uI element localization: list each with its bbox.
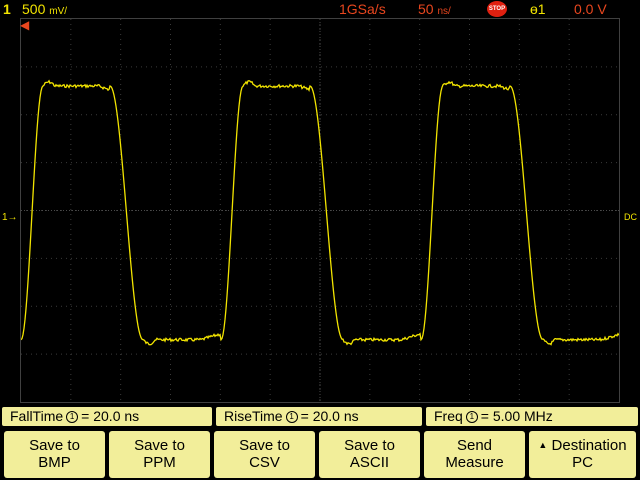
channel-number: 1 xyxy=(3,1,11,17)
save-bmp-button[interactable]: Save to BMP xyxy=(4,431,105,478)
vertical-unit: mV/ xyxy=(49,6,68,17)
measurement-bar: FallTime 1 = 20.0 ns RiseTime 1 = 20.0 ns Fr… xyxy=(0,407,640,427)
save-csv-button[interactable]: Save to CSV xyxy=(214,431,315,478)
arrow-up-icon: ▲ xyxy=(538,440,548,450)
timebase[interactable]: 50 ns/ xyxy=(418,1,451,17)
sample-rate: 1GSa/s xyxy=(339,1,386,17)
measurement-falltime[interactable]: FallTime 1 = 20.0 ns xyxy=(2,407,212,426)
trigger-level-icon[interactable]: DC xyxy=(624,212,637,222)
source-circle-icon: 1 xyxy=(465,411,478,424)
measurement-risetime[interactable]: RiseTime 1 = 20.0 ns xyxy=(216,407,422,426)
measurement-frequency[interactable]: Freq 1 = 5.00 MHz xyxy=(426,407,638,426)
trigger-source[interactable]: ɵ1 xyxy=(530,1,546,17)
send-measure-button[interactable]: Send Measure xyxy=(424,431,525,478)
channel-ground-icon[interactable]: 1→ xyxy=(2,212,18,223)
softkey-bar: Save to BMP Save to PPM Save to CSV Save… xyxy=(0,429,640,480)
vertical-scale[interactable]: 500 mV/ xyxy=(22,1,67,17)
waveform-trace xyxy=(21,79,619,346)
graticule-svg xyxy=(21,19,619,402)
destination-button[interactable]: ▲ Destination PC xyxy=(529,431,636,478)
trigger-level-readout: 0.0 V xyxy=(574,1,607,17)
timebase-unit: ns/ xyxy=(437,6,451,17)
save-ppm-button[interactable]: Save to PPM xyxy=(109,431,210,478)
source-circle-icon: 1 xyxy=(66,411,79,424)
source-circle-icon: 1 xyxy=(285,411,298,424)
trigger-position-icon[interactable]: ◀ xyxy=(20,18,29,32)
run-stop-icon[interactable]: STOP xyxy=(487,1,507,17)
save-ascii-button[interactable]: Save to ASCII xyxy=(319,431,420,478)
status-bar: 1 500 mV/ 1GSa/s 50 ns/ STOP ɵ1 0.0 V xyxy=(0,0,640,18)
waveform-display[interactable] xyxy=(20,18,620,403)
